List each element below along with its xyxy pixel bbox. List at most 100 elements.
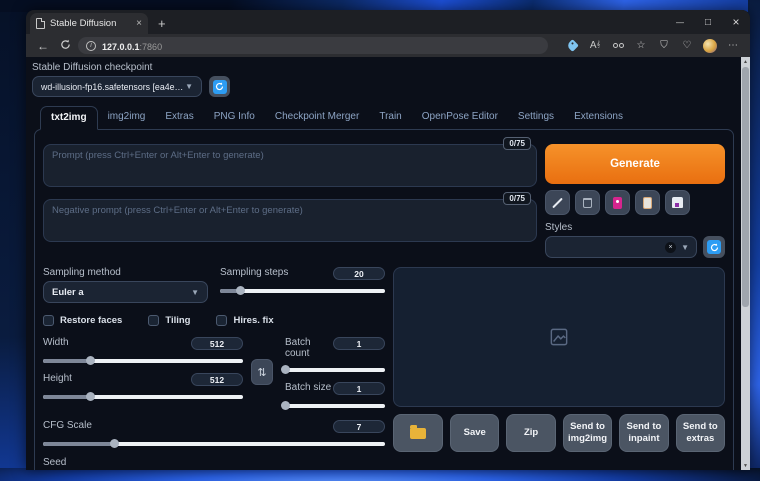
sampling-steps-label: Sampling steps bbox=[220, 267, 289, 278]
tab-train[interactable]: Train bbox=[369, 106, 411, 130]
styles-refresh-button[interactable] bbox=[703, 236, 725, 258]
send-to-inpaint-button[interactable]: Send to inpaint bbox=[619, 414, 669, 452]
clear-prompt-button[interactable] bbox=[575, 190, 600, 215]
favorites-add-icon[interactable]: ☆ bbox=[634, 39, 648, 53]
webui-page: Stable Diffusion checkpoint wd-illusion-… bbox=[26, 57, 750, 470]
toolbar-icon-group: A 𝄞 ☆ ⛉ ♡ ⋯ bbox=[565, 38, 742, 53]
cfg-scale-label: CFG Scale bbox=[43, 420, 92, 431]
slider-handle[interactable] bbox=[109, 439, 119, 448]
scroll-up-icon[interactable]: ▲ bbox=[741, 57, 750, 66]
slider-handle[interactable] bbox=[281, 401, 290, 410]
styles-dropdown[interactable]: × ▼ bbox=[545, 236, 697, 258]
output-gallery[interactable] bbox=[393, 267, 725, 407]
tab-img2img[interactable]: img2img bbox=[98, 106, 156, 130]
scroll-down-icon[interactable]: ▼ bbox=[741, 461, 750, 470]
cfg-scale-value[interactable]: 7 bbox=[333, 420, 385, 433]
styles-clear-icon[interactable]: × bbox=[665, 241, 677, 253]
restore-faces-checkbox[interactable]: Restore faces bbox=[43, 315, 122, 326]
paste-arrow-icon bbox=[552, 197, 563, 208]
tab-png-info[interactable]: PNG Info bbox=[204, 106, 265, 130]
back-icon[interactable]: ← bbox=[34, 39, 52, 53]
slider-handle[interactable] bbox=[86, 356, 95, 365]
sampling-method-dropdown[interactable]: Euler a ▼ bbox=[43, 281, 208, 303]
page-scrollbar[interactable]: ▲ ▼ bbox=[741, 57, 750, 470]
minimize-button[interactable]: — bbox=[666, 10, 694, 34]
address-bar[interactable]: i 127.0.0.1:7860 bbox=[78, 37, 548, 54]
tab-settings[interactable]: Settings bbox=[508, 106, 564, 130]
batch-size-slider[interactable] bbox=[281, 401, 385, 410]
immersive-reader-icon[interactable] bbox=[611, 39, 625, 53]
save-button[interactable]: Save bbox=[450, 414, 500, 452]
apply-styles-button[interactable] bbox=[635, 190, 660, 215]
more-menu-icon[interactable]: ⋯ bbox=[726, 39, 740, 53]
page-favicon bbox=[36, 18, 45, 29]
sampling-method-value: Euler a bbox=[52, 286, 84, 298]
tab-bar: txt2img img2img Extras PNG Info Checkpoi… bbox=[32, 106, 750, 130]
browser-tab-title: Stable Diffusion bbox=[50, 18, 117, 29]
txt2img-panel: 0/75 Prompt (press Ctrl+Enter or Alt+Ent… bbox=[34, 129, 734, 470]
refresh-icon bbox=[707, 240, 721, 254]
window-controls: — □ × bbox=[666, 10, 750, 34]
batch-count-slider[interactable] bbox=[281, 365, 385, 374]
negative-prompt-textarea[interactable]: 0/75 Negative prompt (press Ctrl+Enter o… bbox=[43, 192, 537, 242]
swap-dimensions-button[interactable]: ⇅ bbox=[251, 359, 273, 385]
prompt-tool-row bbox=[545, 190, 725, 215]
cfg-scale-slider[interactable] bbox=[43, 439, 385, 448]
browser-essentials-icon[interactable]: ♡ bbox=[680, 39, 694, 53]
tiling-checkbox[interactable]: Tiling bbox=[148, 315, 190, 326]
desktop-wallpaper-left bbox=[0, 0, 28, 481]
browser-tab[interactable]: Stable Diffusion × bbox=[30, 13, 148, 34]
height-value[interactable]: 512 bbox=[191, 373, 243, 386]
folder-icon bbox=[410, 424, 426, 439]
tab-checkpoint-merger[interactable]: Checkpoint Merger bbox=[265, 106, 369, 130]
refresh-icon[interactable] bbox=[56, 39, 74, 53]
sampling-steps-value[interactable]: 20 bbox=[333, 267, 385, 280]
generate-button[interactable]: Generate bbox=[545, 144, 725, 184]
paste-params-button[interactable] bbox=[545, 190, 570, 215]
scrollbar-thumb[interactable] bbox=[742, 67, 749, 307]
tab-openpose-editor[interactable]: OpenPose Editor bbox=[412, 106, 508, 130]
width-slider[interactable] bbox=[43, 356, 243, 365]
sampling-steps-slider[interactable] bbox=[220, 286, 385, 295]
negative-prompt-token-counter: 0/75 bbox=[503, 192, 531, 205]
extra-networks-button[interactable] bbox=[605, 190, 630, 215]
chevron-down-icon: ▼ bbox=[185, 82, 193, 91]
width-value[interactable]: 512 bbox=[191, 337, 243, 350]
height-label: Height bbox=[43, 373, 72, 384]
browser-window: Stable Diffusion × + — □ × ← i 127.0.0.1… bbox=[26, 10, 750, 470]
batch-count-label: Batch count bbox=[285, 337, 311, 359]
url-host: 127.0.0.1 bbox=[102, 41, 140, 52]
gallery-button-row: Save Zip Send to img2img Send to inpaint… bbox=[393, 414, 726, 452]
maximize-button[interactable]: □ bbox=[694, 10, 722, 34]
tab-close-icon[interactable]: × bbox=[136, 18, 142, 29]
profile-avatar[interactable] bbox=[703, 38, 717, 53]
settings-column: Sampling method Euler a ▼ Sampling steps… bbox=[43, 267, 385, 470]
height-slider[interactable] bbox=[43, 392, 243, 401]
send-to-extras-button[interactable]: Send to extras bbox=[675, 414, 726, 452]
save-style-button[interactable] bbox=[665, 190, 690, 215]
floppy-save-icon bbox=[672, 197, 683, 208]
send-to-img2img-button[interactable]: Send to img2img bbox=[562, 414, 613, 452]
close-button[interactable]: × bbox=[722, 10, 750, 34]
seed-label: Seed bbox=[43, 457, 67, 468]
batch-size-value[interactable]: 1 bbox=[333, 382, 385, 395]
tab-extensions[interactable]: Extensions bbox=[564, 106, 633, 130]
open-folder-button[interactable] bbox=[393, 414, 443, 452]
site-info-icon[interactable]: i bbox=[86, 40, 96, 51]
slider-handle[interactable] bbox=[281, 365, 290, 374]
hires-fix-checkbox[interactable]: Hires. fix bbox=[216, 315, 274, 326]
zip-button[interactable]: Zip bbox=[506, 414, 556, 452]
checkpoint-dropdown[interactable]: wd-illusion-fp16.safetensors [ea4e0d6b79… bbox=[32, 76, 202, 97]
browser-toolbar: ← i 127.0.0.1:7860 A 𝄞 ☆ ⛉ ♡ ⋯ bbox=[26, 34, 750, 57]
checkpoint-refresh-button[interactable] bbox=[209, 76, 230, 97]
slider-handle[interactable] bbox=[236, 286, 246, 295]
batch-count-value[interactable]: 1 bbox=[333, 337, 385, 350]
new-tab-button[interactable]: + bbox=[158, 16, 166, 31]
slider-handle[interactable] bbox=[86, 392, 95, 401]
tab-txt2img[interactable]: txt2img bbox=[40, 106, 98, 130]
shopping-tag-icon[interactable] bbox=[565, 39, 579, 53]
read-aloud-icon[interactable]: A 𝄞 bbox=[588, 39, 602, 53]
collections-icon[interactable]: ⛉ bbox=[657, 39, 671, 53]
prompt-textarea[interactable]: 0/75 Prompt (press Ctrl+Enter or Alt+Ent… bbox=[43, 137, 537, 187]
tab-extras[interactable]: Extras bbox=[155, 106, 203, 130]
